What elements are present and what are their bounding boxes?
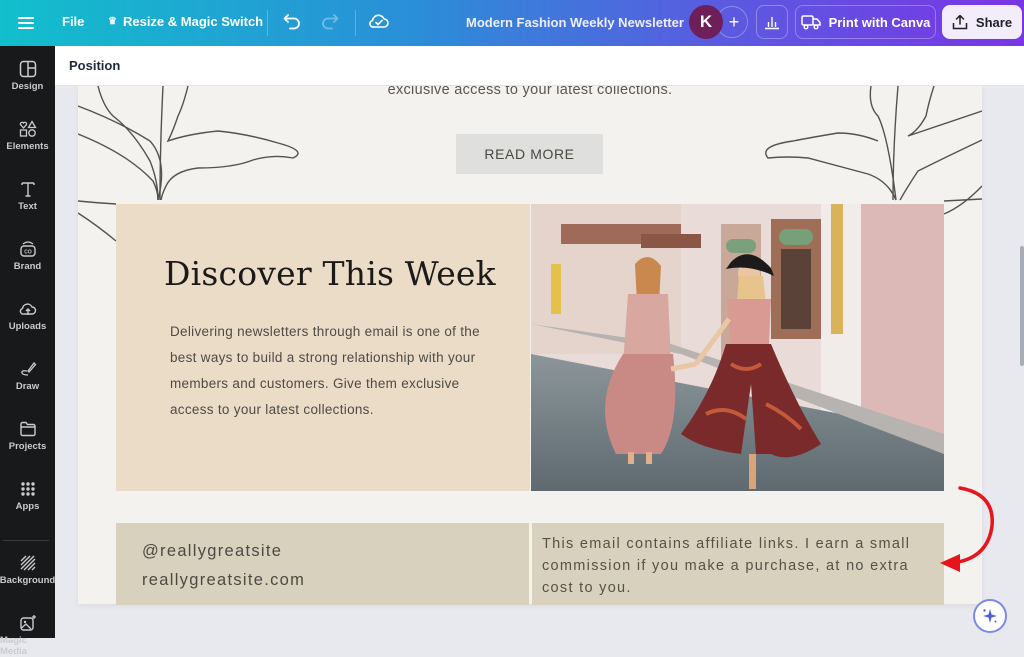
sidebar: Design Elements Text CO Brand Uploads Dr… [0, 46, 55, 657]
discover-section[interactable]: Discover This Week Delivering newsletter… [116, 204, 530, 491]
shapes-icon [19, 120, 37, 137]
cloud-upload-icon [19, 303, 36, 315]
hatch-icon [20, 555, 35, 571]
discover-body[interactable]: Delivering newsletters through email is … [170, 319, 490, 423]
folder-icon [19, 421, 36, 437]
sparkle-icon [983, 609, 997, 623]
sidebar-item-label: Draw [15, 381, 40, 392]
print-with-canva-button[interactable]: Print with Canva [795, 5, 936, 39]
cloud-check-icon [369, 14, 389, 28]
sidebar-item-uploads[interactable]: Uploads [0, 300, 55, 332]
disclaimer-text[interactable]: This email contains affiliate links. I e… [542, 533, 942, 599]
sidebar-item-elements[interactable]: Elements [0, 120, 55, 152]
file-menu-button[interactable]: File [62, 14, 84, 29]
share-button[interactable]: Share [942, 5, 1022, 39]
sidebar-divider [3, 540, 49, 541]
vertical-scrollbar[interactable] [1020, 246, 1024, 366]
undo-icon [283, 14, 300, 30]
sidebar-item-label: Background [0, 575, 56, 586]
intro-text[interactable]: exclusive access to your latest collecti… [78, 86, 982, 98]
position-button[interactable]: Position [69, 58, 120, 73]
crown-icon: ♛ [108, 16, 117, 27]
sidebar-item-magic-media[interactable]: Magic Media [0, 614, 55, 657]
annotation-arrow [940, 486, 994, 572]
fashion-photo[interactable] [531, 204, 944, 491]
sidebar-item-label: Magic Media [0, 635, 27, 657]
truck-icon [800, 15, 821, 30]
svg-text:CO: CO [24, 250, 32, 256]
toolbar-divider [267, 10, 268, 36]
sidebar-item-text[interactable]: Text [0, 180, 55, 212]
sidebar-item-label: Design [11, 81, 44, 92]
print-label: Print with Canva [828, 14, 931, 30]
image-sparkle-icon [19, 615, 36, 631]
analytics-button[interactable] [756, 5, 788, 39]
social-handle[interactable]: @reallygreatsite [142, 542, 282, 561]
sidebar-item-draw[interactable]: Draw [0, 360, 55, 392]
undo-button[interactable] [282, 11, 302, 31]
magic-assistant-button[interactable] [973, 599, 1007, 633]
website-link[interactable]: reallygreatsite.com [142, 571, 305, 590]
context-toolbar: Position [55, 46, 1024, 86]
document-title[interactable]: Modern Fashion Weekly Newsletter [466, 15, 684, 30]
sidebar-item-apps[interactable]: Apps [0, 480, 55, 512]
sidebar-item-label: Apps [15, 501, 40, 512]
save-status-button[interactable] [368, 10, 390, 32]
bar-chart-icon [765, 17, 779, 30]
redo-button[interactable] [320, 11, 340, 31]
design-page[interactable]: exclusive access to your latest collecti… [78, 86, 982, 605]
redo-icon [322, 14, 339, 30]
sidebar-item-label: Projects [8, 441, 47, 452]
sidebar-item-projects[interactable]: Projects [0, 420, 55, 452]
sidebar-item-label: Brand [13, 261, 42, 272]
disclaimer-block[interactable]: This email contains affiliate links. I e… [532, 523, 944, 605]
sidebar-item-brand[interactable]: CO Brand [0, 240, 55, 272]
plus-icon: + [728, 11, 740, 32]
hamburger-icon[interactable] [18, 13, 34, 33]
sidebar-item-label: Elements [6, 141, 49, 152]
read-more-button[interactable]: READ MORE [456, 134, 603, 174]
resize-label: Resize & Magic Switch [122, 14, 264, 29]
sidebar-item-label: Text [18, 201, 37, 212]
brand-icon: CO [19, 241, 36, 257]
contact-block[interactable]: @reallygreatsite reallygreatsite.com [116, 523, 529, 605]
top-toolbar: File ♛ Resize & Magic Switch Modern Fash… [0, 0, 1024, 46]
upload-icon [952, 14, 968, 30]
pen-icon [20, 362, 36, 376]
toolbar-divider [355, 10, 356, 36]
resize-magic-switch-button[interactable]: ♛ Resize & Magic Switch [108, 14, 263, 29]
sidebar-item-design[interactable]: Design [0, 60, 55, 92]
layout-icon [19, 60, 36, 78]
avatar[interactable]: K [689, 5, 723, 39]
share-label: Share [975, 14, 1013, 30]
sidebar-item-label: Uploads [8, 321, 47, 332]
photo-illustration [531, 204, 944, 491]
canvas-area: exclusive access to your latest collecti… [55, 86, 1024, 638]
sidebar-item-background[interactable]: Background [0, 554, 55, 586]
grid-icon [20, 482, 35, 496]
discover-title[interactable]: Discover This Week [164, 254, 496, 293]
text-icon [20, 182, 35, 197]
